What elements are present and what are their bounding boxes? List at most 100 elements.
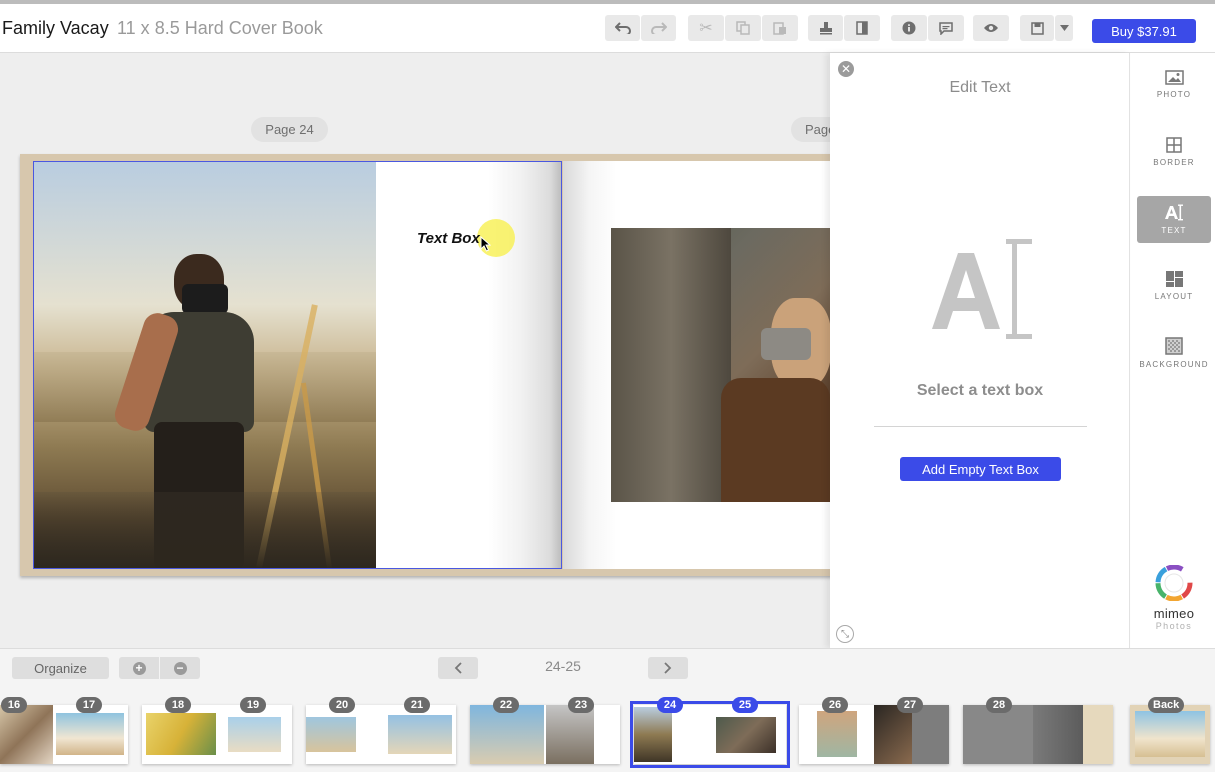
- thumbnail-image: [306, 717, 356, 752]
- foreground-rocks: [34, 492, 376, 568]
- mimeo-photos-logo: mimeo Photos: [1149, 564, 1199, 631]
- comment-button[interactable]: [928, 15, 964, 41]
- text-cursor-icon: [932, 239, 1032, 339]
- tool-background[interactable]: BACKGROUND: [1137, 329, 1211, 376]
- photographer-photo[interactable]: [34, 162, 376, 568]
- close-icon[interactable]: ✕: [838, 61, 854, 77]
- page-navigation-bar: Organize + − 24-25: [0, 648, 1215, 686]
- plus-icon: +: [132, 661, 146, 675]
- book-format: 11 x 8.5 Hard Cover Book: [117, 18, 323, 38]
- top-toolbar: Family Vacay 11 x 8.5 Hard Cover Book ✂: [0, 0, 1215, 53]
- divider: [874, 426, 1087, 427]
- save-menu-button[interactable]: [1055, 15, 1073, 41]
- tool-text[interactable]: TEXT: [1137, 196, 1211, 243]
- page-number-badge: 20: [329, 697, 355, 713]
- save-button[interactable]: [1020, 15, 1054, 41]
- thumbnail-spread-selected[interactable]: [630, 701, 790, 768]
- page-number-badge: 17: [76, 697, 102, 713]
- tool-label: PHOTO: [1156, 90, 1192, 99]
- thumbnail-image: [1083, 705, 1113, 764]
- book-editor-app: Family Vacay 11 x 8.5 Hard Cover Book ✂: [0, 0, 1215, 772]
- layout-icon: [1165, 270, 1183, 287]
- page-view-button[interactable]: [844, 15, 880, 41]
- chevron-left-icon: [454, 662, 462, 674]
- thumbnail-spread[interactable]: [0, 705, 128, 764]
- comment-icon: [939, 21, 953, 35]
- tool-label: TEXT: [1161, 226, 1187, 235]
- page-number-badge: 16: [1, 697, 27, 713]
- redo-button[interactable]: [641, 15, 676, 41]
- thumbnail-image: [1135, 711, 1205, 757]
- minus-icon: −: [173, 661, 187, 675]
- page-number-badge: 24: [657, 697, 683, 713]
- tool-photo[interactable]: PHOTO: [1137, 61, 1211, 108]
- book-icon: [856, 21, 868, 35]
- tool-label: BACKGROUND: [1139, 359, 1209, 369]
- copy-button[interactable]: [725, 15, 761, 41]
- tool-label: BORDER: [1153, 157, 1195, 167]
- tree-trunk: [611, 228, 731, 502]
- info-button[interactable]: [891, 15, 927, 41]
- tool-border[interactable]: BORDER: [1137, 128, 1211, 175]
- add-page-button[interactable]: +: [119, 657, 159, 679]
- border-icon: [1166, 136, 1182, 153]
- thumbnail-image: [0, 705, 53, 764]
- thumbnail-spread[interactable]: [799, 705, 949, 764]
- thumbnail-image: [388, 715, 452, 754]
- left-page[interactable]: Text Box: [33, 161, 562, 569]
- thumbnail-image: [963, 705, 1033, 764]
- brand-name: mimeo: [1153, 606, 1195, 621]
- next-page-button[interactable]: [648, 657, 688, 679]
- undo-button[interactable]: [605, 15, 640, 41]
- copy-icon: [736, 21, 750, 35]
- organize-button[interactable]: Organize: [12, 657, 109, 679]
- page-number-badge: 28: [986, 697, 1012, 713]
- thumbnail-image: [716, 717, 776, 753]
- thumbnail-image: [874, 705, 912, 764]
- eye-icon: [984, 24, 998, 32]
- page-number-badge: 21: [404, 697, 430, 713]
- thumbnail-spread[interactable]: [963, 705, 1113, 764]
- previous-page-button[interactable]: [438, 657, 478, 679]
- mimeo-logo-icon: [1155, 564, 1193, 602]
- page-number-badge: 25: [732, 697, 758, 713]
- page-number-badge: 23: [568, 697, 594, 713]
- thumbnail-spread[interactable]: [142, 705, 292, 764]
- thumbnail-image: [912, 705, 949, 764]
- paste-button[interactable]: [762, 15, 798, 41]
- photo-icon: [1164, 70, 1184, 85]
- preview-button[interactable]: [973, 15, 1009, 41]
- book-title[interactable]: Family Vacay: [2, 18, 109, 39]
- woman-with-camera-photo[interactable]: [611, 228, 830, 502]
- page-number-badge: 18: [165, 697, 191, 713]
- thumbnail-image: [1033, 705, 1083, 764]
- page-thumbnail-strip: 16 17 18 19 20 21 22 23 24 25 26 27 28 B…: [0, 686, 1215, 772]
- thumbnail-spread[interactable]: [470, 705, 620, 764]
- cut-button[interactable]: ✂: [688, 15, 724, 41]
- page-number-badge: 27: [897, 697, 923, 713]
- paste-icon: [773, 22, 786, 35]
- resize-icon[interactable]: ⤡: [836, 625, 854, 643]
- thumbnail-image: [56, 713, 124, 755]
- left-page-label: Page 24: [251, 117, 328, 142]
- page-indicator: 24-25: [545, 658, 581, 674]
- remove-page-button[interactable]: −: [160, 657, 200, 679]
- edit-text-panel: ✕ Edit Text Select a text box Add Empty …: [830, 53, 1130, 648]
- tool-sidebar: PHOTO BORDER TEXT LAYOUT BACKGROUND mime…: [1131, 53, 1215, 648]
- camera-shape: [182, 284, 228, 314]
- arrange-button[interactable]: [808, 15, 843, 41]
- tool-layout[interactable]: LAYOUT: [1137, 262, 1211, 309]
- thumbnail-back-cover[interactable]: [1130, 705, 1210, 764]
- tool-label: LAYOUT: [1154, 291, 1194, 301]
- buy-button[interactable]: Buy $37.91: [1092, 19, 1196, 43]
- book-canvas: Page 24 Page Text Box: [0, 53, 830, 648]
- add-empty-text-box-button[interactable]: Add Empty Text Box: [900, 457, 1061, 481]
- caret-down-icon: [1059, 25, 1069, 31]
- thumbnail-spread[interactable]: [306, 705, 456, 764]
- page-number-badge: 26: [822, 697, 848, 713]
- thumbnail-image: [470, 705, 544, 764]
- thumbnail-image: [228, 717, 281, 752]
- save-icon: [1030, 21, 1044, 35]
- text-box[interactable]: Text Box: [417, 230, 480, 247]
- thumbnail-image: [634, 707, 672, 762]
